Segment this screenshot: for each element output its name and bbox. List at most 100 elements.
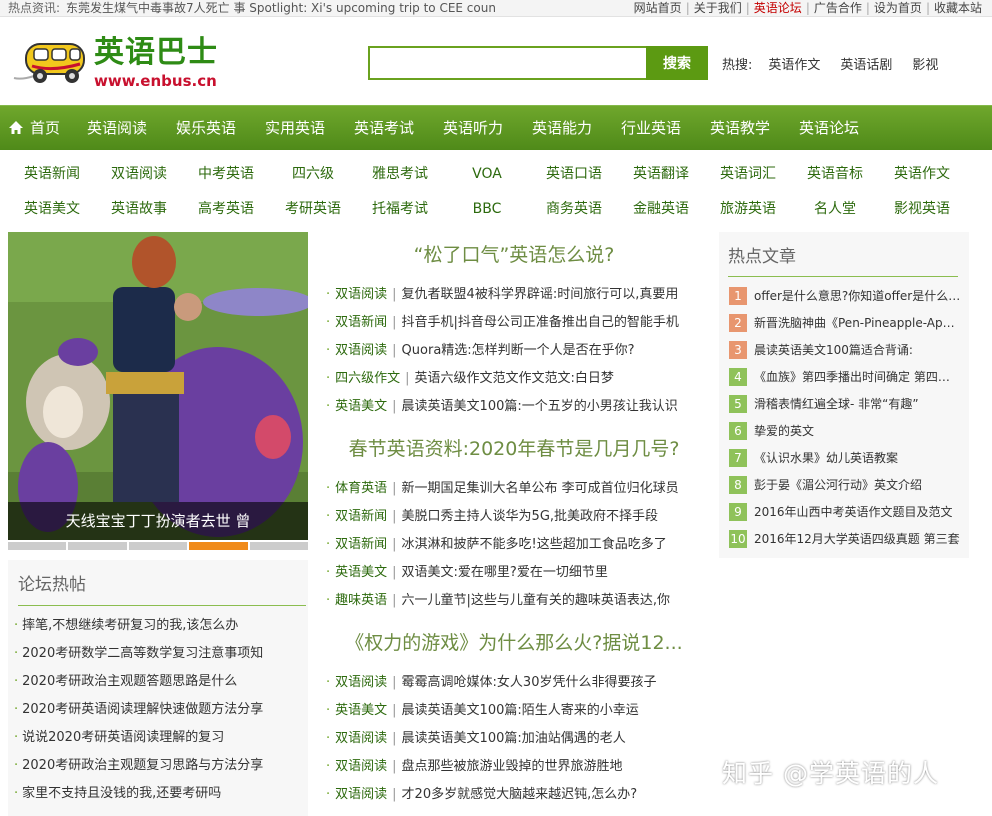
subnav-item[interactable]: 英语美文 (7, 199, 97, 219)
article-item[interactable]: · 体育英语 | 新一期国足集训大名单公布 李可成首位归化球员 (326, 475, 701, 503)
forum-title: 论坛热帖 (18, 570, 306, 606)
slide-caption[interactable]: 天线宝宝丁丁扮演者去世 曾 (8, 502, 308, 540)
nav-practical[interactable]: 实用英语 (265, 106, 325, 151)
article-item[interactable]: · 双语阅读 | 盘点那些被旅游业毁掉的世界旅游胜地 (326, 753, 701, 781)
bus-logo-icon (13, 43, 85, 83)
subnav-item[interactable]: 英语音标 (790, 164, 880, 184)
article-item[interactable]: · 四六级作文 | 英语六级作文范文作文范文:白日梦 (326, 365, 701, 393)
hot-article-item[interactable]: 9 2016年山西中考英语作文题目及范文 (729, 502, 961, 522)
rank-badge: 9 (729, 503, 747, 521)
section-headline[interactable]: 春节英语资料:2020年春节是几月几号? (318, 434, 710, 461)
forum-post[interactable]: · 摔笔,不想继续考研复习的我,该怎么办 (14, 612, 263, 640)
subnav-item[interactable]: BBC (442, 199, 532, 219)
article-item[interactable]: · 双语阅读 | Quora精选:怎样判断一个人是否在乎你? (326, 337, 701, 365)
link-forum[interactable]: 英语论坛 (754, 1, 802, 15)
top-links: 网站首页 | 关于我们 | 英语论坛 | 广告合作 | 设为首页 | 收藏本站 (634, 0, 982, 16)
section-headline[interactable]: “松了口气”英语怎么说? (318, 240, 710, 267)
slide-dot[interactable] (68, 542, 127, 550)
nav-skills[interactable]: 英语能力 (532, 106, 592, 151)
article-item[interactable]: · 英语美文 | 双语美文:爱在哪里?爱在一切细节里 (326, 559, 701, 587)
hot-search-link[interactable]: 影视 (912, 58, 938, 73)
hot-search-link[interactable]: 英语作文 (768, 58, 820, 73)
slide-dot[interactable] (128, 542, 188, 550)
subnav-item[interactable]: 英语翻译 (616, 164, 706, 184)
nav-reading[interactable]: 英语阅读 (87, 106, 147, 151)
nav-teaching[interactable]: 英语教学 (710, 106, 770, 151)
article-item[interactable]: · 趣味英语 | 六一儿童节|这些与儿童有关的趣味英语表达,你 (326, 587, 701, 615)
forum-post[interactable]: · 2020考研英语阅读理解快速做题方法分享 (14, 696, 263, 724)
subnav-item[interactable]: 影视英语 (877, 199, 967, 219)
link-bookmark[interactable]: 收藏本站 (934, 1, 982, 15)
subnav-item[interactable]: 名人堂 (790, 199, 880, 219)
forum-post[interactable]: · 2020考研政治主观题复习思路与方法分享 (14, 752, 263, 780)
slide-dot[interactable] (8, 542, 67, 550)
article-item[interactable]: · 双语阅读 | 霉霉高调呛媒体:女人30岁凭什么非得要孩子 (326, 669, 701, 697)
hot-article-item[interactable]: 10 2016年12月大学英语四级真题 第三套 (729, 529, 961, 549)
search-input[interactable] (368, 46, 648, 80)
forum-post[interactable]: · 2020考研政治主观题答题思路是什么 (14, 668, 263, 696)
subnav-item[interactable]: 四六级 (268, 164, 358, 184)
article-item[interactable]: · 英语美文 | 晨读英语美文100篇:陌生人寄来的小幸运 (326, 697, 701, 725)
nav-forum[interactable]: 英语论坛 (799, 106, 859, 151)
link-set-home[interactable]: 设为首页 (874, 1, 922, 15)
hot-article-item[interactable]: 5 滑稽表情红遍全球- 非常“有趣” (729, 394, 961, 414)
hot-article-item[interactable]: 7 《认识水果》幼儿英语教案 (729, 448, 961, 468)
subnav-item[interactable]: 商务英语 (529, 199, 619, 219)
slide-indicators (8, 542, 309, 550)
forum-post[interactable]: · 家里不支持且没钱的我,还要考研吗 (14, 780, 263, 808)
link-home[interactable]: 网站首页 (634, 1, 682, 15)
article-item[interactable]: · 双语阅读 | 才20多岁就感觉大脑越来越迟钝,怎么办? (326, 781, 701, 809)
subnav-item[interactable]: 双语阅读 (94, 164, 184, 184)
hot-article-item[interactable]: 1offer是什么意思?你知道offer是什么意思吗 (729, 286, 961, 306)
subnav-item[interactable]: 英语新闻 (7, 164, 97, 184)
subnav-item[interactable]: 金融英语 (616, 199, 706, 219)
search-button[interactable]: 搜索 (646, 46, 708, 80)
subnav-item[interactable]: 英语作文 (877, 164, 967, 184)
article-item[interactable]: · 双语新闻 | 抖音手机|抖音母公司正准备推出自己的智能手机 (326, 309, 701, 337)
hot-article-item[interactable]: 6 挚爱的英文 (729, 421, 961, 441)
slide-dot[interactable] (249, 542, 309, 550)
slide-image[interactable]: 天线宝宝丁丁扮演者去世 曾 (8, 232, 308, 540)
subnav-item[interactable]: 英语口语 (529, 164, 619, 184)
logo-text-cn: 英语巴士 (94, 35, 218, 70)
divider: | (685, 1, 690, 15)
hot-article-item[interactable]: 8 彭于晏《湄公河行动》英文介绍 (729, 475, 961, 495)
nav-entertainment[interactable]: 娱乐英语 (176, 106, 236, 151)
subnav-item[interactable]: 考研英语 (268, 199, 358, 219)
site-logo[interactable]: 英语巴士 www.enbus.cn (8, 34, 222, 92)
link-about[interactable]: 关于我们 (694, 1, 742, 15)
rank-badge: 8 (729, 476, 747, 494)
nav-home[interactable]: 首页 (8, 106, 60, 151)
hot-article-item[interactable]: 4《血族》第四季播出时间确定 第四季什么时候 (729, 367, 961, 387)
subnav-item[interactable]: 英语故事 (94, 199, 184, 219)
nav-industry[interactable]: 行业英语 (621, 106, 681, 151)
nav-exams[interactable]: 英语考试 (354, 106, 414, 151)
slideshow: 天线宝宝丁丁扮演者去世 曾 (8, 232, 309, 552)
subnav-item[interactable]: 旅游英语 (703, 199, 793, 219)
hot-articles-title: 热点文章 (728, 242, 958, 277)
nav-listening[interactable]: 英语听力 (443, 106, 503, 151)
divider: | (805, 1, 810, 15)
slide-dot-active[interactable] (189, 542, 248, 550)
section-headline[interactable]: 《权力的游戏》为什么那么火?据说12... (318, 628, 710, 655)
article-item[interactable]: · 英语美文 | 晨读英语美文100篇:一个五岁的小男孩让我认识 (326, 393, 701, 421)
article-item[interactable]: · 双语新闻 | 美脱口秀主持人谈华为5G,批美政府不择手段 (326, 503, 701, 531)
forum-post[interactable]: · 2020考研数学二高等数学复习注意事项知 (14, 640, 263, 668)
article-item[interactable]: · 双语阅读 | 复仇者联盟4被科学界辟谣:时间旅行可以,真要用 (326, 281, 701, 309)
nav-home-label: 首页 (30, 119, 61, 137)
subnav-item[interactable]: VOA (442, 164, 532, 184)
article-item[interactable]: · 双语新闻 | 冰淇淋和披萨不能多吃!这些超加工食品吃多了 (326, 531, 701, 559)
hot-article-item[interactable]: 2新晋洗脑神曲《Pen-Pineapple-Apple-Pen》 (729, 313, 961, 333)
subnav-item[interactable]: 雅思考试 (355, 164, 445, 184)
subnav-item[interactable]: 中考英语 (181, 164, 271, 184)
hot-article-item[interactable]: 3 晨读英语美文100篇适合背诵: (729, 340, 961, 360)
subnav-item[interactable]: 英语词汇 (703, 164, 793, 184)
article-item[interactable]: · 双语阅读 | 晨读英语美文100篇:加油站偶遇的老人 (326, 725, 701, 753)
news-ticker[interactable]: 热点资讯: 东莞发生煤气中毒事故7人死亡 事 Spotlight: Xi's up… (8, 0, 503, 16)
ticker-text[interactable]: 东莞发生煤气中毒事故7人死亡 事 Spotlight: Xi's upcomin… (66, 1, 496, 15)
subnav-item[interactable]: 高考英语 (181, 199, 271, 219)
link-ads[interactable]: 广告合作 (814, 1, 862, 15)
hot-search-link[interactable]: 英语话剧 (840, 58, 892, 73)
forum-post[interactable]: · 说说2020考研英语阅读理解的复习 (14, 724, 263, 752)
subnav-item[interactable]: 托福考试 (355, 199, 445, 219)
